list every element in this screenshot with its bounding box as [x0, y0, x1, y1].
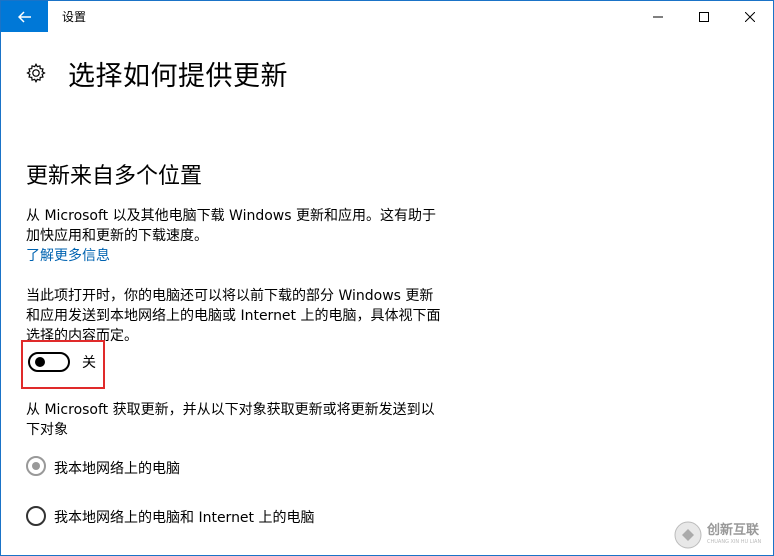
source-description-line: 下对象	[26, 422, 68, 438]
description-line: 加快应用和更新的下载速度。	[26, 228, 208, 244]
section-description: 从 Microsoft 以及其他电脑下载 Windows 更新和应用。这有助于 …	[26, 206, 471, 246]
radio-label-local-network: 我本地网络上的电脑	[54, 461, 180, 477]
toggle-description-line: 和应用发送到本地网络上的电脑或 Internet 上的电脑，具体视下面	[26, 308, 441, 324]
watermark-subtext: CHUANG XIN HU LIAN	[707, 539, 762, 545]
toggle-knob	[35, 357, 45, 367]
settings-window: 设置 选择如何提供更新 更新来自多个位置 从 Microsoft 以及其他电脑下…	[0, 0, 774, 556]
section-title: 更新来自多个位置	[26, 164, 203, 189]
maximize-icon	[699, 11, 709, 22]
watermark-logo: 创新互联 CHUANG XIN HU LIAN	[673, 517, 773, 553]
watermark-text: 创新互联	[707, 523, 760, 538]
close-icon	[745, 11, 755, 22]
watermark-logo-icon	[674, 521, 702, 549]
source-description-line: 从 Microsoft 获取更新，并从以下对象获取更新或将更新发送到以	[26, 402, 435, 418]
maximize-button[interactable]	[681, 1, 727, 32]
minimize-button[interactable]	[635, 1, 681, 32]
toggle-description-line: 当此项打开时，你的电脑还可以将以前下载的部分 Windows 更新	[26, 288, 434, 304]
back-button[interactable]	[1, 1, 48, 32]
minimize-icon	[653, 16, 663, 17]
window-title: 设置	[62, 10, 87, 24]
toggle-description: 当此项打开时，你的电脑还可以将以前下载的部分 Windows 更新 和应用发送到…	[26, 286, 471, 346]
radio-label-local-and-internet: 我本地网络上的电脑和 Internet 上的电脑	[54, 510, 315, 526]
source-description: 从 Microsoft 获取更新，并从以下对象获取更新或将更新发送到以 下对象	[26, 400, 471, 440]
delivery-optimization-toggle[interactable]	[28, 352, 70, 372]
learn-more-link[interactable]: 了解更多信息	[26, 245, 110, 265]
page-title: 选择如何提供更新	[68, 61, 288, 92]
close-button[interactable]	[727, 1, 773, 32]
title-bar: 设置	[1, 1, 773, 32]
description-line: 从 Microsoft 以及其他电脑下载 Windows 更新和应用。这有助于	[26, 208, 437, 224]
toggle-state-label: 关	[82, 355, 96, 371]
radio-local-network[interactable]	[26, 456, 46, 476]
radio-local-and-internet[interactable]	[26, 506, 46, 526]
back-arrow-icon	[17, 10, 31, 23]
radio-dot	[32, 462, 40, 470]
gear-icon	[26, 63, 46, 83]
